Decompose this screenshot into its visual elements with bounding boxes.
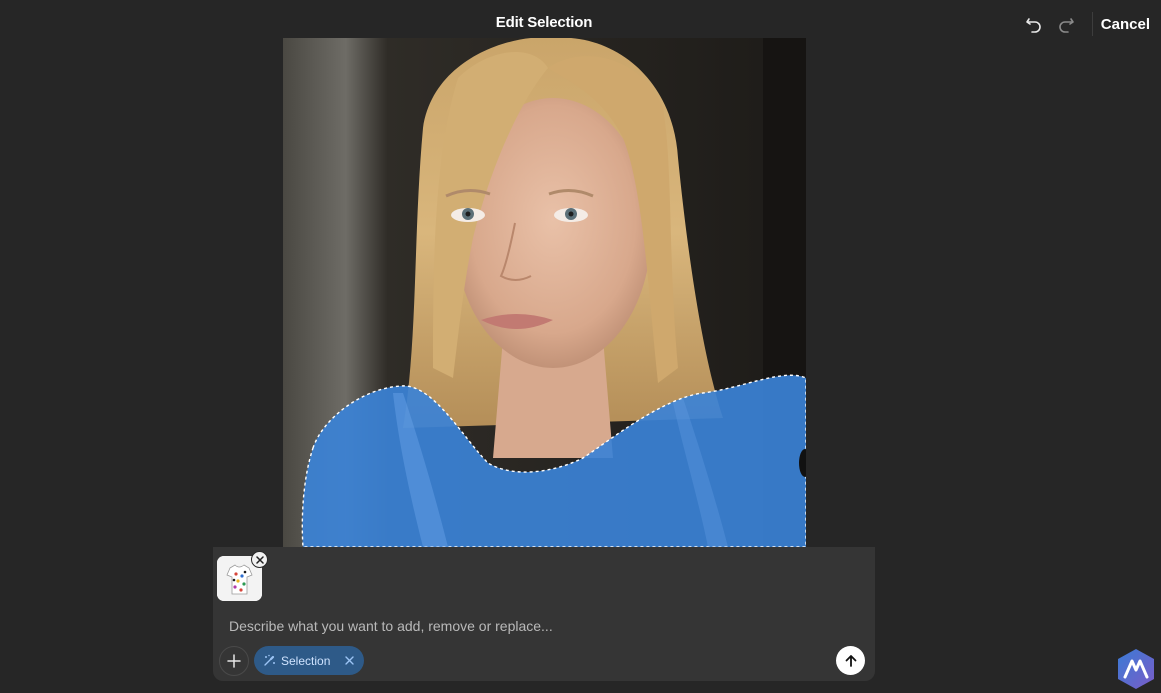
arrow-up-icon bbox=[845, 654, 856, 667]
page-title: Edit Selection bbox=[495, 14, 593, 31]
edit-selection-screen: Edit Selection Cancel Describe what you … bbox=[0, 0, 1161, 693]
prompt-input[interactable] bbox=[227, 615, 841, 637]
remove-attachment-button[interactable] bbox=[251, 551, 268, 568]
add-button[interactable] bbox=[219, 646, 249, 676]
image-canvas[interactable] bbox=[283, 38, 806, 547]
portrait-image bbox=[283, 38, 806, 547]
selection-chip-label: Selection bbox=[281, 653, 331, 668]
top-toolbar: Cancel bbox=[1018, 8, 1161, 40]
prompt-composer: Selection bbox=[213, 547, 875, 681]
send-button[interactable] bbox=[836, 646, 865, 675]
cancel-button[interactable]: Cancel bbox=[1101, 16, 1150, 33]
brand-logo-icon bbox=[1118, 649, 1154, 689]
close-icon bbox=[255, 555, 264, 564]
undo-button[interactable] bbox=[1018, 8, 1050, 40]
close-icon bbox=[344, 656, 354, 665]
undo-icon bbox=[1025, 18, 1041, 33]
remove-selection-button[interactable] bbox=[343, 655, 355, 667]
selection-brush-icon bbox=[263, 654, 276, 667]
redo-icon bbox=[1059, 18, 1074, 33]
brand-logo-button[interactable] bbox=[1116, 648, 1156, 690]
selection-chip[interactable]: Selection bbox=[254, 646, 364, 675]
plus-icon bbox=[227, 654, 241, 668]
toolbar-divider bbox=[1091, 12, 1093, 36]
redo-button[interactable] bbox=[1050, 8, 1082, 40]
